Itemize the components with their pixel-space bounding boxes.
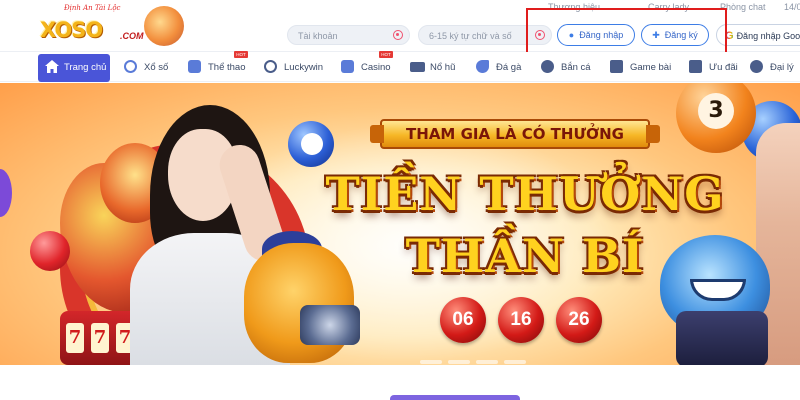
ball-face [301, 133, 323, 155]
nav-item-casino[interactable]: Casino HOT [341, 51, 397, 82]
nav-item-fishing[interactable]: Bắn cá [541, 54, 595, 82]
nav-item-sports[interactable]: Thể thao HOT [188, 51, 250, 82]
username-field[interactable]: Tài khoản [287, 25, 410, 45]
main-nav: Trang chủ Xổ số Thể thao HOT Luckywin Ca… [0, 51, 800, 82]
nav-item-cards[interactable]: Game bài [610, 54, 674, 82]
carousel-dots [420, 351, 620, 364]
sports-icon [188, 60, 201, 73]
section-tab[interactable] [390, 395, 520, 400]
nav-label: Casino [361, 62, 391, 73]
lottery-icon [124, 60, 137, 73]
casino-icon [341, 60, 354, 73]
slot-digit: 7 [66, 323, 84, 353]
site-logo[interactable]: Định An Tài Lộc XOSO .COM [34, 4, 184, 48]
cards-icon [610, 60, 623, 73]
logo-text: XOSO [40, 18, 103, 42]
logo-suffix: .COM [120, 31, 144, 41]
page: Định An Tài Lộc XOSO .COM Thương hiệu Ca… [0, 0, 800, 400]
username-placeholder: Tài khoản [298, 31, 338, 41]
top-date: 14/0 [784, 2, 800, 12]
nav-item-luckywin[interactable]: Luckywin [264, 54, 324, 82]
purple-ball-image [0, 169, 12, 217]
banner-ribbon: THAM GIA LÀ CÓ THƯỞNG [370, 119, 660, 149]
promo-banner[interactable]: 7 7 7 THAM GIA LÀ CÓ THƯỞNG TIỀN THƯỞNG … [0, 83, 800, 365]
gift-icon [689, 60, 702, 73]
nav-label: Game bài [630, 62, 672, 73]
carousel-dot[interactable] [420, 360, 442, 364]
nav-label: Nổ hũ [430, 62, 456, 73]
highlight-box [526, 8, 727, 57]
banner-title-line1: TIỀN THƯỞNG [325, 167, 725, 221]
nav-label: Xổ số [144, 62, 169, 73]
cockfight-icon [476, 60, 489, 73]
blue-lottery-ball-image [288, 121, 334, 167]
number-ball: 06 [440, 297, 486, 343]
nav-item-home[interactable]: Trang chủ [38, 54, 110, 82]
orange-lottery-ball-image: 3 [676, 83, 756, 153]
logo-tagline: Định An Tài Lộc [64, 4, 121, 12]
number-ball: 16 [498, 297, 544, 343]
clear-icon[interactable] [393, 30, 403, 40]
nav-label: Luckywin [284, 62, 324, 73]
carousel-dot[interactable] [476, 360, 498, 364]
slot-machine-image: 7 7 7 [60, 311, 140, 365]
cannon-image [676, 311, 768, 365]
nav-label: Đại lý [770, 62, 794, 73]
hot-badge: HOT [234, 51, 248, 58]
nav-label: Bắn cá [561, 62, 591, 73]
agent-icon [750, 60, 763, 73]
nav-label: Ưu đãi [709, 62, 738, 73]
ball-number: 3 [708, 98, 724, 123]
number-ball: 26 [556, 297, 602, 343]
nav-label: Thể thao [208, 62, 246, 73]
logo-mascot-icon [144, 6, 184, 46]
carousel-dot[interactable] [504, 360, 526, 364]
luckywin-icon [264, 60, 277, 73]
carousel-dot[interactable] [448, 360, 470, 364]
nav-item-agent[interactable]: Đại lý [750, 54, 800, 82]
home-icon [45, 60, 59, 73]
nav-item-lottery[interactable]: Xổ số [124, 54, 174, 82]
nav-label: Trang chủ [64, 62, 107, 73]
hot-badge: HOT [379, 51, 393, 58]
nav-item-promotions[interactable]: Ưu đãi [689, 54, 739, 82]
content-area [0, 365, 800, 400]
google-login-label: Đăng nhập Goo [736, 31, 800, 41]
red-lottery-ball-image [30, 231, 70, 271]
google-login-button[interactable]: G Đăng nhập Goo [716, 24, 800, 46]
nav-item-jackpot[interactable]: Nổ hũ [410, 54, 460, 82]
nav-label: Đá gà [496, 62, 522, 73]
password-placeholder: 6-15 ký tự chữ và số [429, 31, 512, 41]
mascot-gun-image [300, 305, 360, 345]
slot-digit: 7 [91, 323, 109, 353]
fish-icon [541, 60, 554, 73]
site-header: Định An Tài Lộc XOSO .COM Thương hiệu Ca… [0, 0, 800, 57]
nav-item-cockfight[interactable]: Đá gà [476, 54, 526, 82]
jackpot-icon [410, 62, 425, 72]
